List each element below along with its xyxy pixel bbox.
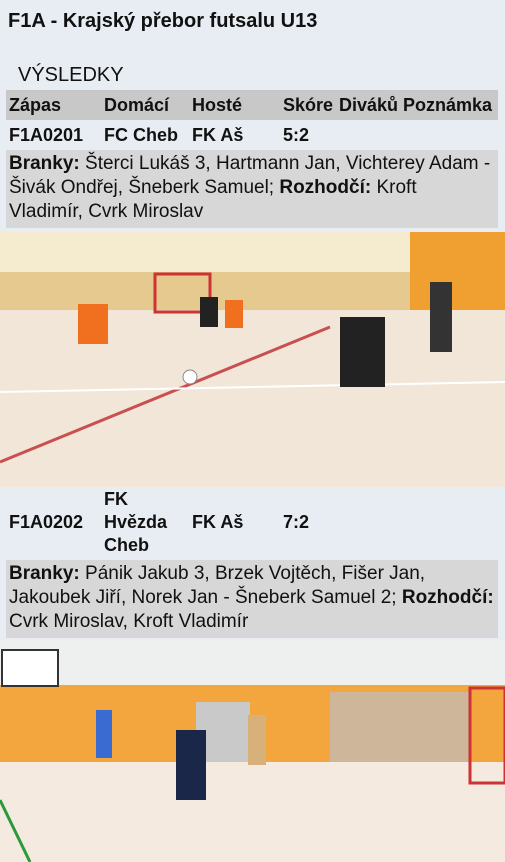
match-id: F1A0202 — [9, 512, 84, 532]
referees-text: Cvrk Miroslav, Kroft Vladimír — [9, 611, 249, 632]
home-team-line: FK — [104, 489, 128, 509]
match-id: F1A0201 — [9, 125, 84, 145]
match-score: 5:2 — [283, 125, 310, 145]
home-team: FK Hvězda Cheb — [104, 488, 167, 557]
header-note: Poznámka — [403, 95, 493, 115]
goals-text: Šterci Lukáš 3, Hartmann Jan, Vichterey … — [9, 153, 491, 198]
home-team: FC Cheb — [104, 125, 178, 145]
page-title: F1A - Krajský přebor futsalu U13 — [8, 10, 318, 32]
referee-label: Rozhodčí: — [401, 587, 494, 608]
header-away: Hosté — [192, 95, 243, 115]
match-details: Branky: Pánik Jakub 3, Brzek Vojtěch, Fi… — [6, 560, 498, 638]
goals-label: Branky: — [9, 153, 80, 174]
header-match: Zápas — [9, 95, 62, 115]
table-row: F1A0201 FC Cheb FK Aš 5:2 — [6, 120, 498, 150]
away-team: FK Aš — [192, 125, 244, 145]
referee-label: Rozhodčí: — [279, 177, 372, 198]
header-spectators: Diváků — [339, 95, 399, 115]
header-score: Skóre — [283, 95, 334, 115]
results-table-header: Zápas Domácí Hosté Skóre Diváků Poznámka — [6, 90, 498, 120]
match-photo — [0, 640, 505, 862]
match-photo — [0, 232, 505, 487]
home-team-line: Cheb — [104, 535, 149, 555]
match-score: 7:2 — [283, 512, 310, 532]
home-team-line: Hvězda — [104, 512, 168, 532]
header-home: Domácí — [104, 95, 170, 115]
table-row: F1A0202 FK Hvězda Cheb FK Aš 7:2 — [6, 488, 498, 558]
match-details: Branky: Šterci Lukáš 3, Hartmann Jan, Vi… — [6, 150, 498, 228]
away-team: FK Aš — [192, 512, 244, 532]
section-title: VÝSLEDKY — [18, 64, 124, 86]
goals-label: Branky: — [9, 563, 80, 584]
